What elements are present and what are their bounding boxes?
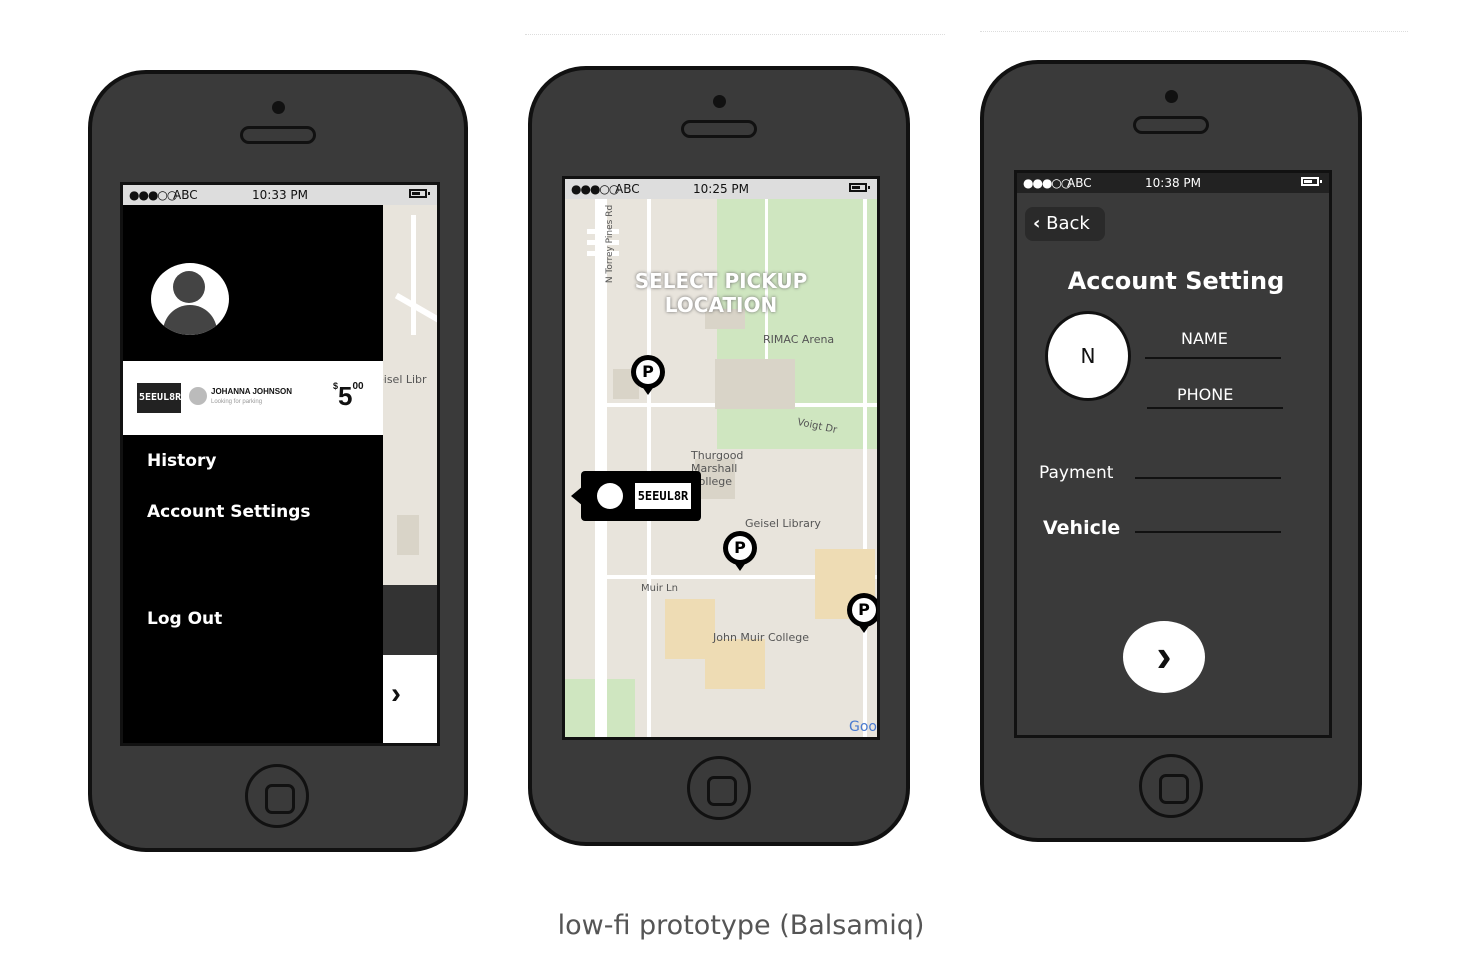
chevron-left-icon: ‹ — [1033, 213, 1041, 234]
price-main: 5 — [338, 381, 353, 411]
phone-screen: eisel Libr › ●●●○○ ABC 10:33 PM 5EEUL8R … — [120, 182, 440, 746]
avatar[interactable]: N — [1045, 311, 1131, 401]
back-button[interactable]: ‹ Back — [1025, 207, 1105, 241]
price-label: $500 — [333, 381, 364, 412]
next-panel[interactable]: › — [383, 655, 437, 743]
status-bar: ●●●○○ ABC 10:38 PM — [1017, 173, 1329, 193]
phone-map-mockup: ●●●○○ ABC 10:25 PM SELECT PICKUP LOCATIO… — [528, 66, 910, 846]
map-label-geisel: Geisel Library — [745, 517, 821, 530]
map-label-john-muir: John Muir College — [713, 631, 809, 644]
user-status: Looking for parking — [211, 399, 263, 405]
vehicle-field[interactable] — [1135, 531, 1281, 533]
map-peek[interactable]: eisel Libr › — [377, 205, 437, 743]
battery-icon — [409, 189, 430, 198]
google-logo: Goo — [849, 719, 877, 735]
menu-item-account-settings[interactable]: Account Settings — [147, 502, 310, 522]
battery-icon — [849, 183, 870, 192]
home-button[interactable] — [1139, 754, 1203, 818]
status-time: 10:33 PM — [252, 188, 308, 202]
battery-icon — [1301, 177, 1322, 186]
phone-account-mockup: ●●●○○ ABC 10:38 PM ‹ Back Account Settin… — [980, 60, 1362, 842]
camera-icon — [272, 101, 285, 114]
side-menu-drawer: 5EEUL8R JOHANNA JOHNSON Looking for park… — [123, 205, 383, 743]
map-dark-overlay — [383, 585, 437, 655]
vehicle-label: Vehicle — [1043, 517, 1121, 539]
separator-line — [525, 34, 945, 35]
hamburger-menu-icon[interactable] — [587, 227, 621, 259]
speaker-grille — [1133, 116, 1209, 134]
profile-card[interactable]: 5EEUL8R JOHANNA JOHNSON Looking for park… — [123, 361, 383, 435]
back-label: Back — [1046, 213, 1090, 234]
map-label-rimac: RIMAC Arena — [763, 333, 835, 346]
page-title: Account Setting — [1067, 267, 1285, 295]
parking-pin[interactable]: P — [631, 355, 665, 395]
price-cents: 00 — [352, 381, 364, 392]
car-location-marker[interactable]: 5EEUL8R — [581, 471, 701, 521]
map-label-muir-ln: Muir Ln — [641, 583, 678, 594]
phone-field[interactable] — [1147, 407, 1283, 409]
map-label-torrey: N Torrey Pines Rd — [605, 204, 616, 284]
phone-menu-mockup: eisel Libr › ●●●○○ ABC 10:33 PM 5EEUL8R … — [88, 70, 468, 852]
map-label-geisel: eisel Libr — [377, 373, 427, 386]
parking-pin[interactable]: P — [723, 531, 757, 571]
license-plate: 5EEUL8R — [137, 383, 181, 413]
next-button[interactable]: › — [1123, 621, 1205, 693]
speaker-grille — [681, 120, 757, 138]
camera-icon — [713, 95, 726, 108]
status-time: 10:25 PM — [693, 182, 749, 196]
chevron-right-icon: › — [391, 677, 401, 710]
speaker-grille — [240, 126, 316, 144]
menu-item-log-out[interactable]: Log Out — [147, 609, 222, 629]
chevron-right-icon: › — [1156, 629, 1172, 681]
user-avatar-icon — [189, 387, 207, 405]
figure-caption: low-fi prototype (Balsamiq) — [557, 910, 925, 941]
payment-field[interactable] — [1135, 477, 1281, 479]
name-label: NAME — [1181, 329, 1228, 348]
map-view[interactable]: SELECT PICKUP LOCATION RIMAC Arena Voigt… — [565, 199, 877, 737]
camera-icon — [1165, 90, 1178, 103]
status-bar: ●●●○○ ABC 10:25 PM — [565, 179, 877, 199]
select-pickup-title: SELECT PICKUP LOCATION — [634, 269, 808, 317]
user-name: JOHANNA JOHNSON — [211, 387, 293, 396]
home-button[interactable] — [245, 764, 309, 828]
status-time: 10:38 PM — [1145, 176, 1201, 190]
status-bar: ●●●○○ ABC 10:33 PM — [123, 185, 437, 205]
separator-line — [980, 31, 1408, 32]
menu-item-history[interactable]: History — [147, 451, 216, 471]
home-button[interactable] — [687, 756, 751, 820]
parking-pin[interactable]: P — [847, 593, 877, 633]
car-icon — [597, 483, 623, 509]
name-field[interactable] — [1145, 357, 1281, 359]
phone-screen: ●●●○○ ABC 10:25 PM SELECT PICKUP LOCATIO… — [562, 176, 880, 740]
avatar-icon[interactable] — [151, 263, 229, 335]
payment-label: Payment — [1039, 463, 1114, 483]
phone-label: PHONE — [1177, 385, 1234, 404]
car-license-plate: 5EEUL8R — [633, 481, 693, 511]
phone-screen: ●●●○○ ABC 10:38 PM ‹ Back Account Settin… — [1014, 170, 1332, 738]
